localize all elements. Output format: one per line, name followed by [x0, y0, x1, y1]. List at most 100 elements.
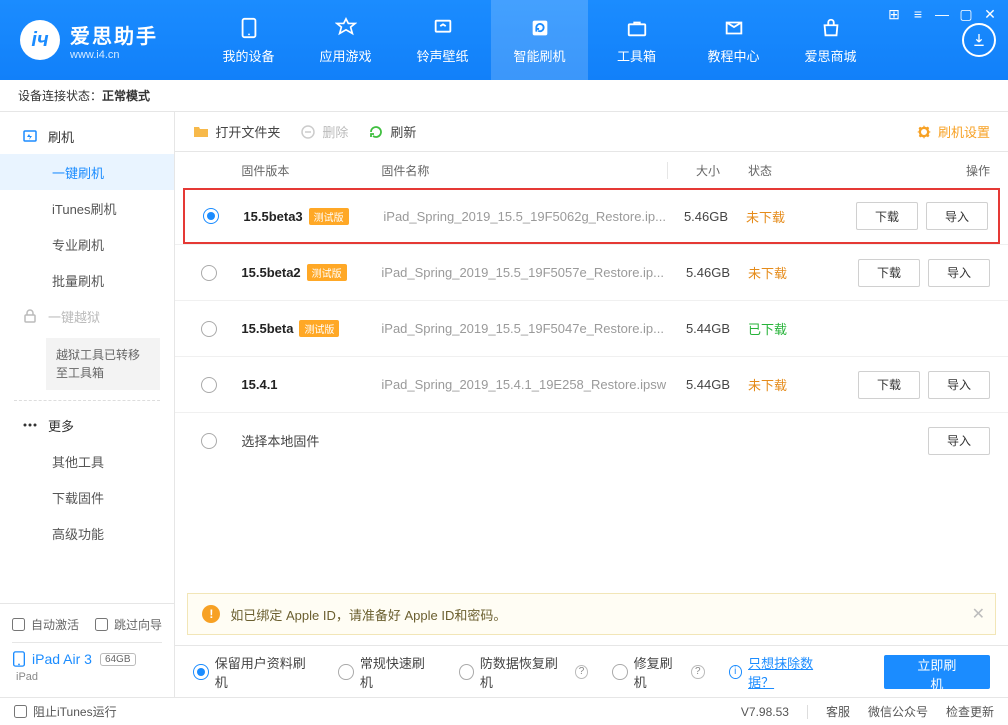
- window-controls: ⊞ ≡ — ▢ ✕: [886, 6, 998, 22]
- option-radio[interactable]: [459, 664, 474, 680]
- nav-tab-tool[interactable]: 工具箱: [588, 0, 685, 80]
- skip-guide-checkbox[interactable]: 跳过向导: [95, 616, 162, 633]
- device-icon: [12, 651, 26, 667]
- notice-close-button[interactable]: ✕: [972, 604, 985, 624]
- download-icon: [971, 32, 987, 48]
- wechat-link[interactable]: 微信公众号: [868, 703, 928, 720]
- import-button[interactable]: 导入: [926, 202, 988, 230]
- device-info: iPad Air 3 64GB iPad: [12, 642, 162, 693]
- help-icon[interactable]: ?: [575, 665, 588, 679]
- table-row: 选择本地固件导入: [175, 412, 1008, 468]
- device-name: iPad Air 3: [32, 651, 92, 667]
- flash-options-bar: 保留用户资料刷机常规快速刷机防数据恢复刷机?修复刷机? i 只想抹除数据？ 立即…: [175, 645, 1008, 697]
- table-row: 15.5beta3测试版iPad_Spring_2019_15.5_19F506…: [183, 188, 1000, 244]
- th-size: 大小: [668, 162, 748, 179]
- sidebar-item[interactable]: 批量刷机: [0, 262, 174, 298]
- logo-icon: iч: [20, 20, 60, 60]
- table-header: 固件版本 固件名称 大小 状态 操作: [175, 152, 1008, 188]
- nav-tab-flash[interactable]: 智能刷机: [491, 0, 588, 80]
- sidebar-item[interactable]: 下载固件: [0, 479, 174, 515]
- sidebar-item[interactable]: 一键刷机: [0, 154, 174, 190]
- flash-icon: [22, 128, 38, 144]
- flash-option[interactable]: 常规快速刷机: [338, 653, 434, 691]
- import-button[interactable]: 导入: [928, 259, 990, 287]
- folder-icon: [193, 124, 209, 140]
- nav-tab-tutorial[interactable]: 教程中心: [685, 0, 782, 80]
- row-radio[interactable]: [201, 377, 217, 393]
- nav-tab-ring[interactable]: 铃声壁纸: [394, 0, 491, 80]
- nav-tab-store[interactable]: 爱思商城: [782, 0, 879, 80]
- app-subtitle: www.i4.cn: [70, 49, 158, 61]
- notice-text: 如已绑定 Apple ID，请准备好 Apple ID和密码。: [230, 605, 506, 624]
- auto-activate-checkbox[interactable]: 自动激活: [12, 616, 79, 633]
- flash-icon: [528, 16, 552, 40]
- option-radio[interactable]: [338, 664, 353, 680]
- support-link[interactable]: 客服: [826, 703, 850, 720]
- status-value: 正常模式: [102, 87, 150, 104]
- sidebar-item[interactable]: 专业刷机: [0, 226, 174, 262]
- flash-option[interactable]: 保留用户资料刷机: [193, 653, 314, 691]
- option-radio[interactable]: [612, 664, 627, 680]
- refresh-button[interactable]: 刷新: [368, 122, 416, 141]
- toolbar: 打开文件夹 删除 刷新 刷机设置: [175, 112, 1008, 152]
- ring-icon: [431, 16, 455, 40]
- table-row: 15.4.1iPad_Spring_2019_15.4.1_19E258_Res…: [175, 356, 1008, 412]
- footer: 阻止iTunes运行 V7.98.53 客服 微信公众号 检查更新: [0, 697, 1008, 725]
- block-itunes-checkbox[interactable]: 阻止iTunes运行: [14, 703, 117, 720]
- import-button[interactable]: 导入: [928, 427, 990, 455]
- row-radio[interactable]: [201, 433, 217, 449]
- download-button[interactable]: 下载: [858, 371, 920, 399]
- appleid-notice: ! 如已绑定 Apple ID，请准备好 Apple ID和密码。 ✕: [187, 593, 996, 635]
- device-type: iPad: [16, 671, 162, 683]
- apps-icon: [334, 16, 358, 40]
- sidebar-head-flash[interactable]: 刷机: [0, 118, 174, 154]
- gear-icon: [916, 124, 932, 140]
- tool-icon: [625, 16, 649, 40]
- tutorial-icon: [722, 16, 746, 40]
- store-icon: [819, 16, 843, 40]
- flash-settings-button[interactable]: 刷机设置: [916, 122, 990, 141]
- sidebar-note: 越狱工具已转移至工具箱: [46, 338, 160, 390]
- open-folder-button[interactable]: 打开文件夹: [193, 122, 280, 141]
- download-manager-button[interactable]: [962, 23, 996, 57]
- beta-badge: 测试版: [299, 320, 339, 337]
- app-header: ⊞ ≡ — ▢ ✕ iч 爱思助手 www.i4.cn 我的设备应用游戏铃声壁纸…: [0, 0, 1008, 80]
- sidebar-head-lock: 一键越狱: [0, 298, 174, 334]
- maximize-icon[interactable]: ▢: [958, 6, 974, 22]
- status-label: 设备连接状态：: [18, 87, 102, 104]
- sidebar: 刷机一键刷机iTunes刷机专业刷机批量刷机一键越狱越狱工具已转移至工具箱更多其…: [0, 112, 175, 697]
- device-capacity: 64GB: [100, 653, 136, 666]
- close-icon[interactable]: ✕: [982, 6, 998, 22]
- import-button[interactable]: 导入: [928, 371, 990, 399]
- nav-tab-apps[interactable]: 应用游戏: [297, 0, 394, 80]
- table-row: 15.5beta测试版iPad_Spring_2019_15.5_19F5047…: [175, 300, 1008, 356]
- check-update-link[interactable]: 检查更新: [946, 703, 994, 720]
- sidebar-item[interactable]: iTunes刷机: [0, 190, 174, 226]
- sidebar-item[interactable]: 高级功能: [0, 515, 174, 551]
- connection-status: 设备连接状态： 正常模式: [0, 80, 1008, 112]
- minimize-icon[interactable]: —: [934, 6, 950, 22]
- warning-icon: !: [202, 605, 220, 623]
- delete-button: 删除: [300, 122, 348, 141]
- table-row: 15.5beta2测试版iPad_Spring_2019_15.5_19F505…: [175, 244, 1008, 300]
- row-radio[interactable]: [201, 321, 217, 337]
- refresh-icon: [368, 124, 384, 140]
- nav-tab-device[interactable]: 我的设备: [200, 0, 297, 80]
- menu-icon[interactable]: ≡: [910, 6, 926, 22]
- row-radio[interactable]: [201, 265, 217, 281]
- erase-data-link[interactable]: 只想抹除数据？: [748, 653, 836, 691]
- th-status: 状态: [748, 162, 828, 179]
- grid-icon[interactable]: ⊞: [886, 6, 902, 22]
- download-button[interactable]: 下载: [856, 202, 918, 230]
- download-button[interactable]: 下载: [858, 259, 920, 287]
- help-icon[interactable]: ?: [691, 665, 704, 679]
- firmware-table: 15.5beta3测试版iPad_Spring_2019_15.5_19F506…: [175, 188, 1008, 468]
- flash-option[interactable]: 修复刷机?: [612, 653, 704, 691]
- flash-option[interactable]: 防数据恢复刷机?: [459, 653, 589, 691]
- sidebar-item[interactable]: 其他工具: [0, 443, 174, 479]
- option-radio[interactable]: [193, 664, 208, 680]
- sidebar-head-more[interactable]: 更多: [0, 407, 174, 443]
- row-radio[interactable]: [203, 208, 219, 224]
- app-title: 爱思助手: [70, 20, 158, 49]
- flash-now-button[interactable]: 立即刷机: [884, 655, 990, 689]
